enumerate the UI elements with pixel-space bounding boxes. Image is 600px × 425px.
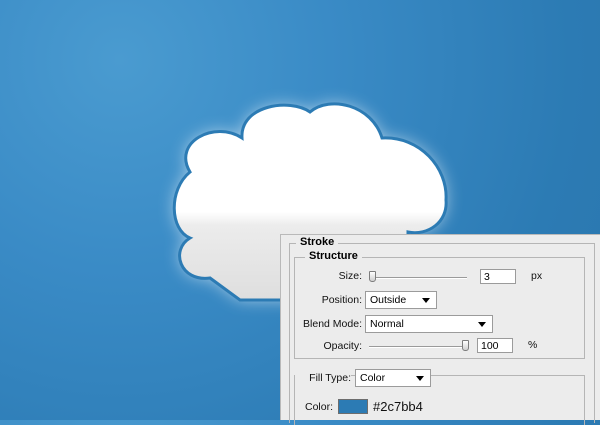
- size-unit: px: [531, 270, 543, 282]
- stroke-panel: Stroke Structure Size: 3 px Position: Ou…: [280, 234, 600, 425]
- color-swatch[interactable]: [338, 399, 368, 414]
- opacity-label: Opacity:: [323, 340, 362, 352]
- opacity-slider-track[interactable]: [369, 346, 467, 348]
- blend-mode-label: Blend Mode:: [303, 318, 362, 330]
- opacity-unit: %: [528, 339, 538, 351]
- size-input[interactable]: 3: [480, 269, 516, 284]
- position-select[interactable]: Outside: [365, 291, 437, 309]
- fill-type-value: Color: [360, 372, 386, 384]
- size-slider-thumb[interactable]: [369, 271, 376, 282]
- color-hex-value: #2c7bb4: [373, 399, 423, 414]
- fill-type-label: Fill Type:: [295, 372, 351, 384]
- chevron-down-icon: [478, 322, 486, 327]
- size-label: Size:: [338, 270, 362, 282]
- opacity-slider-thumb[interactable]: [462, 340, 469, 351]
- position-value: Outside: [370, 294, 407, 306]
- fill-group: Fill Type: Color Color: #2c7bb4: [294, 369, 585, 425]
- opacity-input[interactable]: 100: [477, 338, 513, 353]
- structure-group: Structure Size: 3 px Position: Outside B…: [294, 250, 585, 359]
- position-label: Position:: [321, 294, 362, 306]
- fill-type-select[interactable]: Color: [355, 369, 431, 387]
- stroke-title: Stroke: [296, 236, 339, 248]
- blend-mode-select[interactable]: Normal: [365, 315, 493, 333]
- chevron-down-icon: [416, 376, 424, 381]
- color-label: Color:: [304, 401, 333, 413]
- blend-mode-value: Normal: [370, 318, 404, 330]
- structure-title: Structure: [305, 250, 362, 262]
- size-slider-track[interactable]: [369, 277, 467, 279]
- chevron-down-icon: [422, 298, 430, 303]
